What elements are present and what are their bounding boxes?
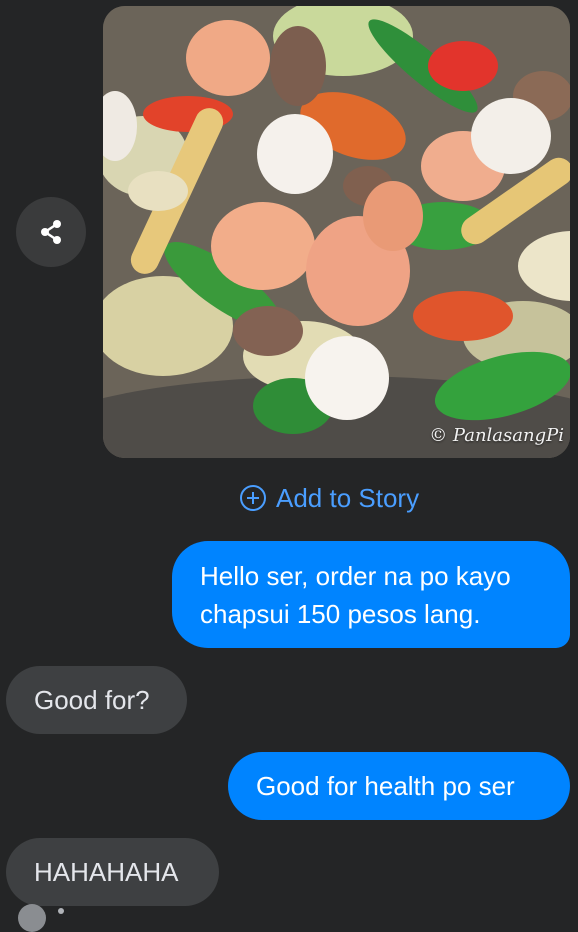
message-bubble-incoming[interactable]: HAHAHAHA	[6, 838, 219, 906]
read-receipt-dot	[58, 908, 64, 914]
message-bubble-outgoing[interactable]: Good for health po ser	[228, 752, 570, 820]
reaction-avatar	[18, 904, 46, 932]
message-bubble-incoming[interactable]: Good for?	[6, 666, 187, 734]
photo-watermark: © PanlasangPi	[429, 425, 564, 446]
chopsuey-image	[103, 6, 570, 458]
add-circle-icon	[240, 485, 266, 511]
shared-food-photo[interactable]: © PanlasangPi	[103, 6, 570, 458]
add-to-story-label: Add to Story	[276, 482, 420, 513]
add-to-story-button[interactable]: Add to Story	[240, 480, 419, 516]
message-bubble-outgoing[interactable]: Hello ser, order na po kayo chapsui 150 …	[172, 541, 570, 648]
share-button[interactable]	[16, 197, 86, 267]
share-icon	[41, 220, 61, 244]
